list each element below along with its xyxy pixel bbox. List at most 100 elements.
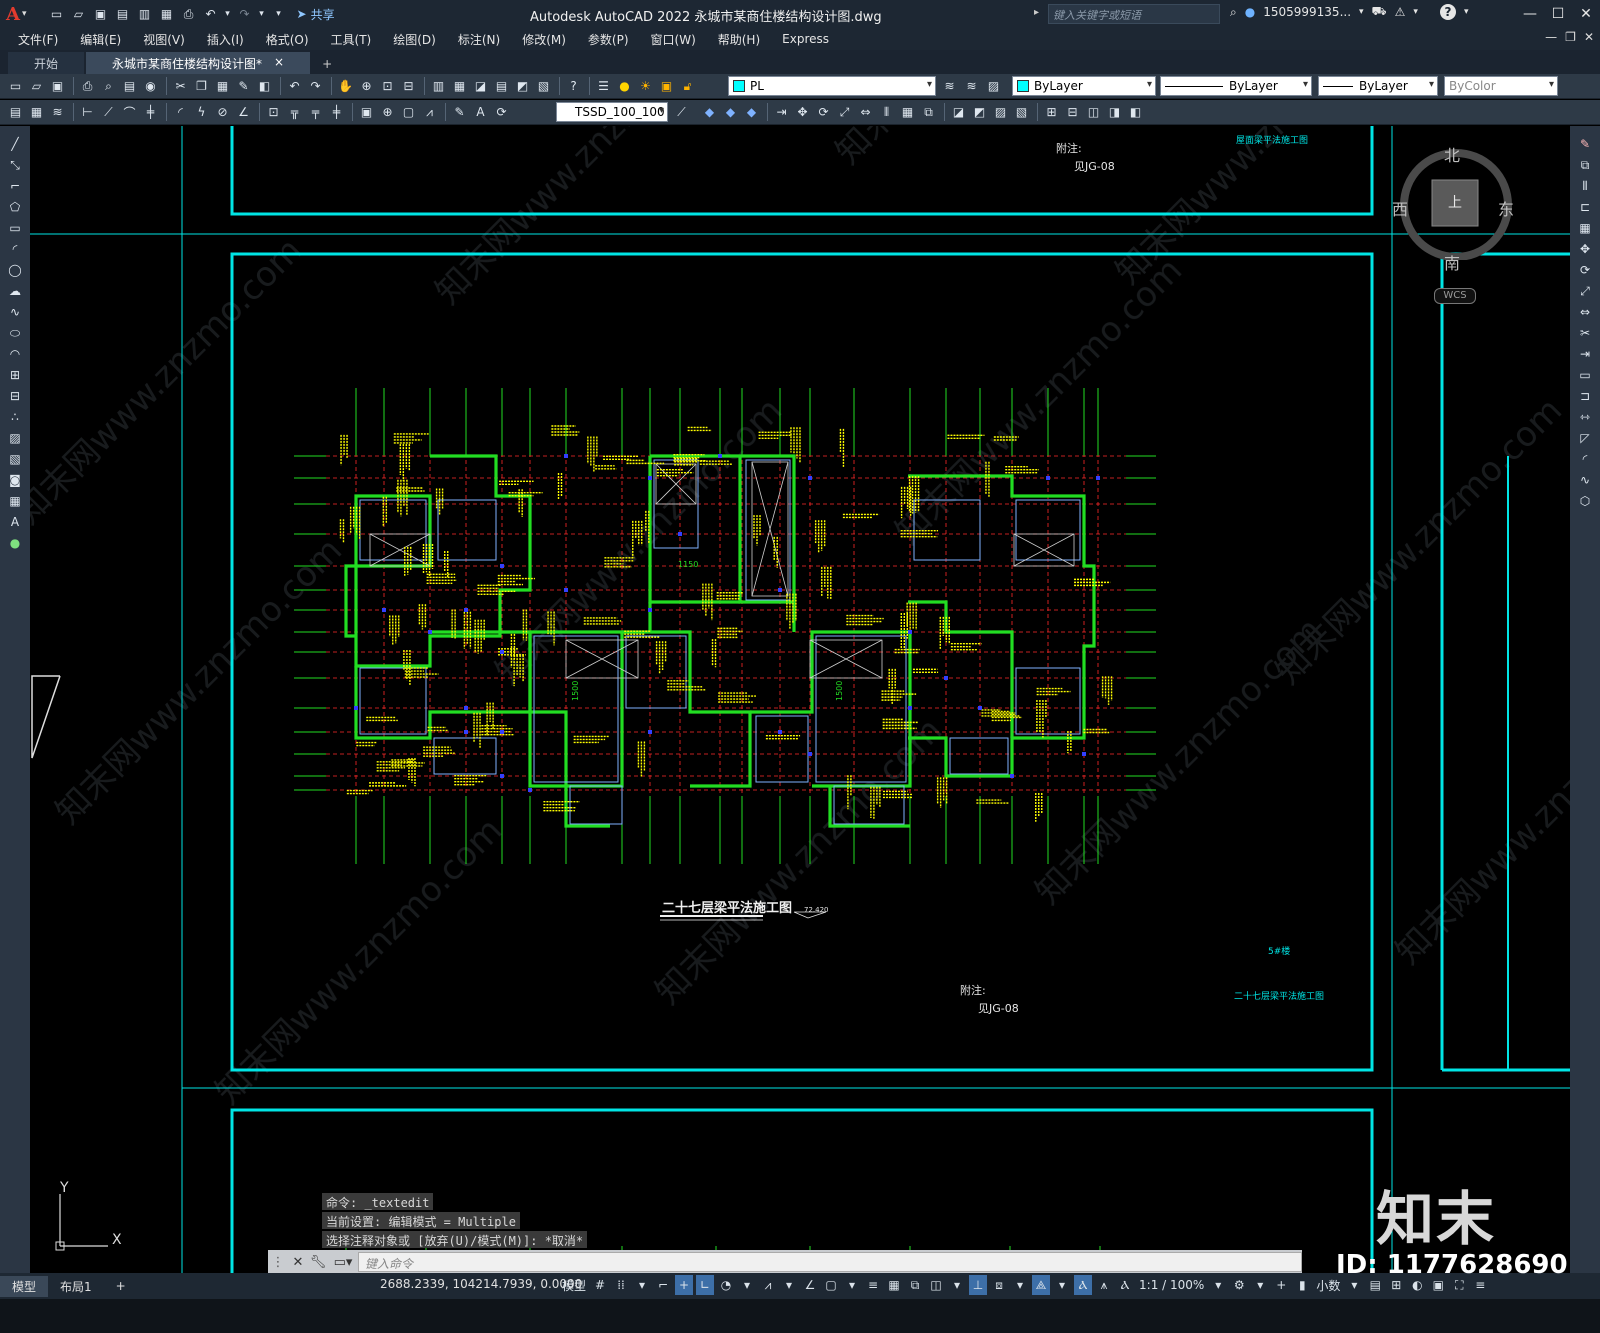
scale-icon[interactable]: ⤢	[1576, 281, 1595, 301]
undo-dropdown-icon[interactable]: ▾	[223, 4, 233, 24]
polygon-icon[interactable]: ⬠	[6, 197, 25, 217]
app-dropdown-icon[interactable]: ▾	[1413, 7, 1418, 17]
help-icon[interactable]: ?	[1439, 4, 1456, 20]
polar-icon[interactable]: ◔	[717, 1275, 735, 1295]
isodraft-icon[interactable]: ⩘	[759, 1275, 777, 1295]
trim-icon[interactable]: ✂	[1576, 323, 1595, 343]
gizmo-icon[interactable]: ⟁	[1032, 1275, 1051, 1295]
dim-radius-icon[interactable]: ◜	[171, 103, 190, 122]
doc-close-icon[interactable]: ✕	[1584, 30, 1594, 44]
new-file-icon[interactable]: ▭	[47, 4, 67, 24]
dynamic-input-icon[interactable]: +	[675, 1275, 694, 1295]
menu-item-2[interactable]: 视图(V)	[143, 31, 185, 48]
annotation-scale-icon[interactable]: Ⲁ	[1116, 1275, 1134, 1295]
command-recent-icon[interactable]: ▭▾	[328, 1251, 358, 1273]
open-icon[interactable]: ▱	[27, 77, 46, 96]
tool-palettes-icon[interactable]: ◪	[471, 77, 490, 96]
insert-block-icon[interactable]: ⊞	[6, 365, 25, 385]
search-icon[interactable]: ⌕	[1230, 5, 1237, 20]
calculator-icon[interactable]: ▧	[534, 77, 553, 96]
units-icon[interactable]: ▮	[1293, 1275, 1311, 1295]
menu-item-10[interactable]: 窗口(W)	[651, 31, 696, 48]
ellipse-icon[interactable]: ⬭	[6, 323, 25, 343]
gizmo-dropdown-icon[interactable]: ▾	[1053, 1275, 1071, 1295]
join-icon[interactable]: ⇿	[1576, 407, 1595, 427]
erase-icon[interactable]: ✎	[1576, 134, 1595, 154]
explode-icon[interactable]: ⬡	[1576, 491, 1595, 511]
markup-icon[interactable]: ◩	[513, 77, 532, 96]
save-icon[interactable]: ▣	[48, 77, 67, 96]
center-mark-icon[interactable]: ⊕	[378, 103, 397, 122]
array-icon[interactable]: ▦	[1576, 218, 1595, 238]
zoom-previous-icon[interactable]: ⊟	[399, 77, 418, 96]
point-icon[interactable]: ∴	[6, 407, 25, 427]
copy-object-icon[interactable]: ⧉	[1576, 155, 1595, 175]
align-icon[interactable]: ⇥	[772, 103, 791, 122]
spline-icon[interactable]: ∿	[6, 302, 25, 322]
ungroup-icon[interactable]: ◩	[970, 103, 989, 122]
color-dropdown[interactable]: ByLayer ▾	[1012, 76, 1156, 96]
redo-icon[interactable]: ↷	[306, 77, 325, 96]
array-icon[interactable]: ▦	[898, 103, 917, 122]
save-as-icon[interactable]: ▤	[113, 4, 133, 24]
lineweight-dropdown[interactable]: ByLayer ▾	[1318, 76, 1438, 96]
dim-text-edit-icon[interactable]: A	[471, 103, 490, 122]
match-properties-icon[interactable]: ✎	[234, 77, 253, 96]
user-name[interactable]: 1505999135...	[1263, 5, 1351, 19]
snap-dropdown-icon[interactable]: ▾	[633, 1275, 651, 1295]
object-snap-tracking-icon[interactable]: ∠	[801, 1275, 819, 1295]
help-icon[interactable]: ?	[564, 77, 583, 96]
make-block-icon[interactable]: ⊟	[6, 386, 25, 406]
dim-continue-icon[interactable]: ╤	[306, 103, 325, 122]
paste-icon[interactable]: ▦	[213, 77, 232, 96]
pan-icon[interactable]: ✋	[336, 77, 355, 96]
annotation-scale-dropdown-icon[interactable]: ▾	[1209, 1275, 1227, 1295]
dim-update-icon[interactable]: ⟳	[492, 103, 511, 122]
view-front-icon[interactable]: ◆	[700, 103, 719, 122]
user-icon[interactable]: ●	[1245, 5, 1255, 19]
stretch-icon[interactable]: ⇔	[1576, 302, 1595, 322]
block-editor-icon[interactable]: ◧	[255, 77, 274, 96]
dim-linear-icon[interactable]: ⊢	[78, 103, 97, 122]
search-input[interactable]: 键入关键字或短语	[1048, 4, 1220, 24]
menu-item-3[interactable]: 插入(I)	[207, 31, 244, 48]
circle-icon[interactable]: ◯	[6, 260, 25, 280]
construction-line-icon[interactable]: ⤡	[6, 155, 25, 175]
compass-north[interactable]: 北	[1444, 142, 1460, 166]
ortho-icon[interactable]: ∟	[696, 1275, 715, 1295]
table-icon[interactable]: ▦	[6, 491, 25, 511]
share-button[interactable]: ➤ 共享	[297, 6, 335, 23]
redo-icon[interactable]: ↷	[235, 4, 255, 24]
mirror-icon[interactable]: ⫴	[877, 103, 896, 122]
zoom-realtime-icon[interactable]: ⊕	[357, 77, 376, 96]
layer-viewport-icon[interactable]: ▣	[657, 77, 676, 96]
mirror-icon[interactable]: ⫴	[1576, 176, 1595, 196]
dim-angular-icon[interactable]: ∠	[234, 103, 253, 122]
command-grip-icon[interactable]: ⋮	[268, 1251, 288, 1273]
move-icon[interactable]: ✥	[1576, 239, 1595, 259]
plot-icon[interactable]: ⎙	[78, 77, 97, 96]
mtext-icon[interactable]: A	[6, 512, 25, 532]
layer-match-icon[interactable]: ▨	[984, 77, 1003, 96]
sheet-set-icon[interactable]: ▤	[492, 77, 511, 96]
layer-unlock-icon[interactable]: 🔓︎	[678, 77, 697, 96]
maximize-icon[interactable]: ☐	[1544, 0, 1572, 28]
copy-icon[interactable]: ❐	[192, 77, 211, 96]
menu-item-1[interactable]: 编辑(E)	[80, 31, 121, 48]
stretch-icon[interactable]: ⇔	[856, 103, 875, 122]
polyline-icon[interactable]: ⌐	[6, 176, 25, 196]
dim-edit-icon[interactable]: ✎	[450, 103, 469, 122]
drawing-canvas[interactable]: 知末网www.znzmo.com 知末网www.znzmo.com 知末网www.z…	[30, 126, 1570, 1273]
workspace-dropdown-icon[interactable]: ▾	[1251, 1275, 1269, 1295]
make-current-layer-icon[interactable]: ≋	[940, 77, 959, 96]
group-icon[interactable]: ◪	[949, 103, 968, 122]
tab-model[interactable]: 模型	[0, 1275, 49, 1297]
close-window-icon[interactable]: ✕	[1572, 0, 1600, 28]
lineweight-icon[interactable]: ≡	[864, 1275, 882, 1295]
wcs-menu[interactable]: WCS	[1434, 288, 1476, 304]
tab-start[interactable]: 开始	[8, 52, 85, 74]
dim-jogged-icon[interactable]: ϟ	[192, 103, 211, 122]
grid-icon[interactable]: #	[591, 1275, 609, 1295]
chamfer-icon[interactable]: ◸	[1576, 428, 1595, 448]
qnew-icon[interactable]: ▭	[6, 77, 25, 96]
